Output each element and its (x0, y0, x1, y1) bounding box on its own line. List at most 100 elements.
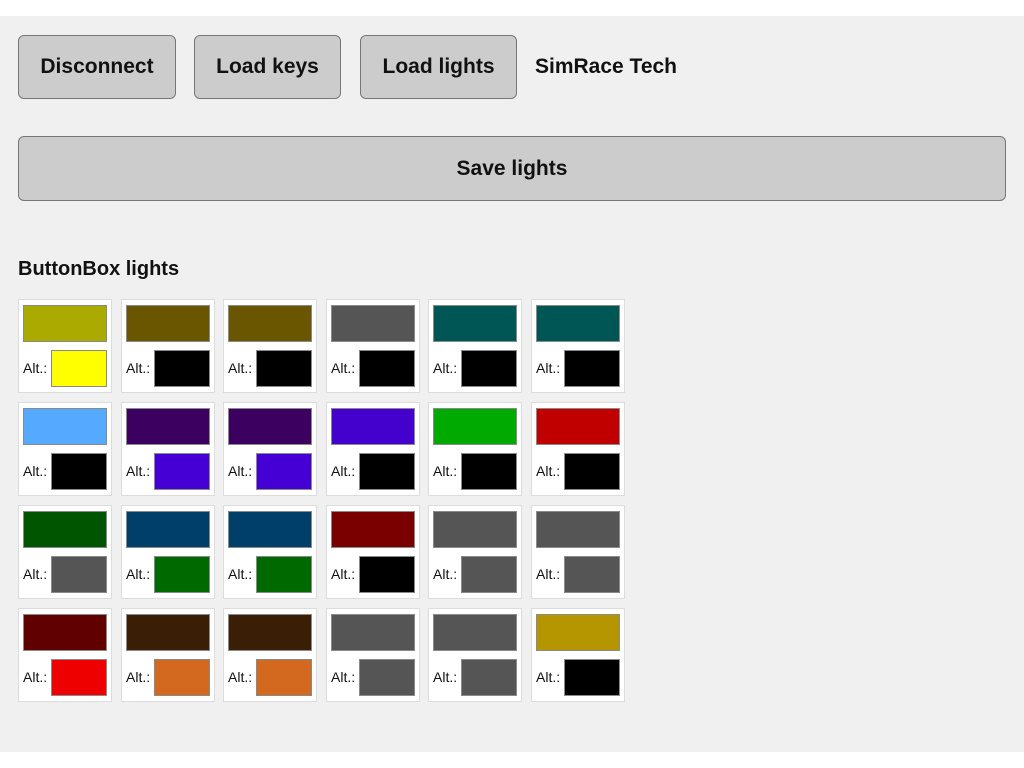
light-color-swatch[interactable] (23, 305, 107, 342)
light-cell: Alt.: (121, 299, 215, 393)
light-cell: Alt.: (18, 505, 112, 599)
alt-label: Alt.: (536, 360, 561, 376)
alt-label: Alt.: (228, 360, 253, 376)
light-alt-color-swatch[interactable] (564, 659, 620, 696)
light-cell: Alt.: (223, 608, 317, 702)
light-alt-color-swatch[interactable] (51, 453, 107, 490)
light-cell: Alt.: (326, 299, 420, 393)
light-cell: Alt.: (223, 505, 317, 599)
light-color-swatch[interactable] (331, 511, 415, 548)
light-color-swatch[interactable] (536, 614, 620, 651)
light-cell: Alt.: (428, 608, 522, 702)
light-color-swatch[interactable] (331, 614, 415, 651)
light-cell: Alt.: (223, 299, 317, 393)
light-color-swatch[interactable] (433, 614, 517, 651)
disconnect-button[interactable]: Disconnect (18, 35, 176, 99)
light-cell: Alt.: (531, 505, 625, 599)
alt-label: Alt.: (536, 463, 561, 479)
light-alt-color-swatch[interactable] (359, 453, 415, 490)
light-alt-color-swatch[interactable] (461, 659, 517, 696)
alt-label: Alt.: (433, 669, 458, 685)
light-cell: Alt.: (326, 402, 420, 496)
light-alt-color-swatch[interactable] (154, 659, 210, 696)
light-alt-color-swatch[interactable] (154, 556, 210, 593)
light-cell: Alt.: (326, 608, 420, 702)
light-alt-color-swatch[interactable] (359, 556, 415, 593)
light-color-swatch[interactable] (331, 408, 415, 445)
brand-name: SimRace Tech (535, 55, 678, 78)
light-alt-color-swatch[interactable] (359, 659, 415, 696)
light-color-swatch[interactable] (126, 511, 210, 548)
alt-label: Alt.: (228, 669, 253, 685)
light-alt-color-swatch[interactable] (256, 659, 312, 696)
light-alt-color-swatch[interactable] (256, 453, 312, 490)
alt-label: Alt.: (126, 669, 151, 685)
alt-label: Alt.: (331, 463, 356, 479)
light-cell: Alt.: (531, 402, 625, 496)
light-color-swatch[interactable] (23, 614, 107, 651)
alt-label: Alt.: (433, 566, 458, 582)
light-color-swatch[interactable] (536, 511, 620, 548)
light-color-swatch[interactable] (23, 408, 107, 445)
light-color-swatch[interactable] (228, 511, 312, 548)
light-alt-color-swatch[interactable] (154, 453, 210, 490)
light-color-swatch[interactable] (433, 408, 517, 445)
light-color-swatch[interactable] (228, 305, 312, 342)
alt-label: Alt.: (331, 566, 356, 582)
light-cell: Alt.: (531, 299, 625, 393)
light-color-swatch[interactable] (331, 305, 415, 342)
light-alt-color-swatch[interactable] (461, 453, 517, 490)
light-cell: Alt.: (428, 505, 522, 599)
light-alt-color-swatch[interactable] (154, 350, 210, 387)
alt-label: Alt.: (126, 463, 151, 479)
light-alt-color-swatch[interactable] (461, 556, 517, 593)
light-color-swatch[interactable] (126, 408, 210, 445)
light-color-swatch[interactable] (126, 614, 210, 651)
light-alt-color-swatch[interactable] (51, 350, 107, 387)
light-cell: Alt.: (428, 299, 522, 393)
save-lights-button[interactable]: Save lights (18, 136, 1006, 201)
alt-label: Alt.: (536, 566, 561, 582)
light-alt-color-swatch[interactable] (359, 350, 415, 387)
alt-label: Alt.: (126, 566, 151, 582)
light-color-swatch[interactable] (228, 408, 312, 445)
light-alt-color-swatch[interactable] (256, 556, 312, 593)
alt-label: Alt.: (23, 463, 48, 479)
alt-label: Alt.: (126, 360, 151, 376)
light-alt-color-swatch[interactable] (51, 556, 107, 593)
light-alt-color-swatch[interactable] (256, 350, 312, 387)
alt-label: Alt.: (536, 669, 561, 685)
light-alt-color-swatch[interactable] (564, 556, 620, 593)
light-alt-color-swatch[interactable] (51, 659, 107, 696)
load-lights-button[interactable]: Load lights (360, 35, 517, 99)
light-color-swatch[interactable] (536, 408, 620, 445)
alt-label: Alt.: (23, 360, 48, 376)
light-color-swatch[interactable] (126, 305, 210, 342)
light-cell: Alt.: (223, 402, 317, 496)
section-title: ButtonBox lights (18, 258, 180, 280)
alt-label: Alt.: (23, 566, 48, 582)
light-cell: Alt.: (18, 608, 112, 702)
light-color-swatch[interactable] (23, 511, 107, 548)
load-keys-button[interactable]: Load keys (194, 35, 341, 99)
alt-label: Alt.: (433, 360, 458, 376)
alt-label: Alt.: (331, 360, 356, 376)
light-alt-color-swatch[interactable] (564, 453, 620, 490)
light-cell: Alt.: (428, 402, 522, 496)
alt-label: Alt.: (23, 669, 48, 685)
light-color-swatch[interactable] (536, 305, 620, 342)
light-color-swatch[interactable] (433, 305, 517, 342)
alt-label: Alt.: (331, 669, 356, 685)
alt-label: Alt.: (228, 463, 253, 479)
light-alt-color-swatch[interactable] (564, 350, 620, 387)
light-alt-color-swatch[interactable] (461, 350, 517, 387)
light-cell: Alt.: (18, 299, 112, 393)
light-cell: Alt.: (121, 505, 215, 599)
light-cell: Alt.: (121, 608, 215, 702)
light-color-swatch[interactable] (228, 614, 312, 651)
light-cell: Alt.: (18, 402, 112, 496)
light-color-swatch[interactable] (433, 511, 517, 548)
light-cell: Alt.: (531, 608, 625, 702)
lights-grid: Alt.: Alt.: Alt.: Alt.: Alt.: Alt.: Alt.: Alt.:… (18, 299, 658, 719)
light-cell: Alt.: (326, 505, 420, 599)
